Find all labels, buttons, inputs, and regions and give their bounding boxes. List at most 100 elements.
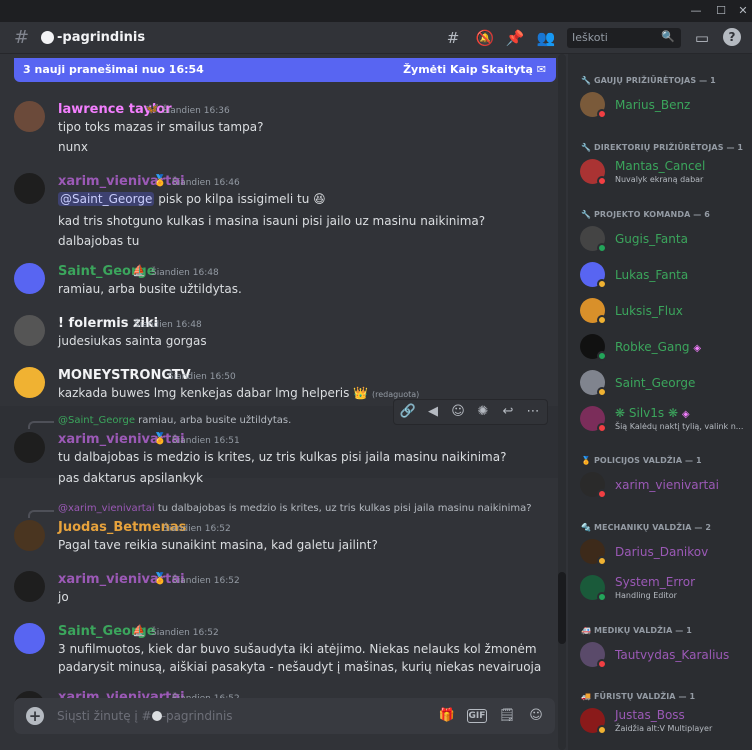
member-name: Robke_Gang ◈ [615,340,701,354]
member-name-text: ❋ Silv1s ❋ [615,406,679,420]
reply-reference[interactable]: @xarim_vienivartai tu dalbajobas is medz… [58,503,532,514]
avatar[interactable] [14,571,45,602]
idle-status-icon [597,725,607,735]
avatar[interactable] [14,263,45,294]
add-reaction-icon[interactable]: ☺ [448,403,468,421]
avatar[interactable] [14,520,45,551]
timestamp: Šiandien 16:48 [151,268,219,278]
avatar[interactable] [14,623,45,654]
online-status-icon [597,351,607,361]
role-header: 🚚 FŪRISTŲ VALDŽIA — 1 [581,692,696,701]
avatar[interactable] [14,432,45,463]
scrollbar-track[interactable] [558,54,566,750]
member-item[interactable]: Tautvydas_Karalius [568,638,752,672]
reply-username[interactable]: @Saint_George [58,415,135,426]
message-text: @Saint_George pisk po kilpa issigimeli t… [58,192,326,206]
timestamp: Šiandien 16:51 [172,436,240,446]
sticker-icon[interactable]: 🗒 [497,707,517,725]
mark-as-read-label: Žymėti Kaip Skaitytą [403,63,533,76]
new-messages-banner[interactable]: 3 nauji pranešimai nuo 16:54 Žymėti Kaip… [14,58,556,82]
message-text: padarysit minusą, aiškiai pasakyta - neš… [58,660,542,674]
member-activity: Nuvalyk ekraną dabar [615,175,704,184]
message-text: jo [58,590,69,604]
pin-icon[interactable]: 📌 [505,28,525,48]
member-item[interactable]: Robke_Gang ◈ [568,330,752,364]
help-icon[interactable]: ? [723,28,741,46]
more-options-icon[interactable]: ⋯ [523,403,543,421]
message-text: nunx [58,140,88,154]
message-actions-toolbar: 🔗 ◀ ☺ ✺ ↩ ⋯ [393,399,548,425]
notification-mute-icon[interactable]: 🔕 [475,28,495,48]
placeholder-prefix: Siųsti žinutę į # [57,709,152,723]
police-badge-icon: 🏅 [153,572,167,585]
add-attachment-icon[interactable]: + [26,707,44,725]
search-icon: 🔍 [661,30,675,43]
dnd-status-icon [597,489,607,499]
message-text: ramiau, arba busite užtildytas. [58,282,242,296]
timestamp: Šiandien 16:52 [151,628,219,638]
user-mention[interactable]: @Saint_George [58,192,155,206]
member-item[interactable]: Darius_Danikov [568,535,752,569]
timestamp: Šiandien 16:48 [134,320,202,330]
member-name: Saint_George [615,376,696,390]
member-name: Justas_Boss [615,708,685,722]
dnd-status-icon [597,659,607,669]
gif-icon[interactable]: GIF [467,709,487,723]
avatar[interactable] [14,367,45,398]
message-input[interactable]: + Siųsti žinutę į # -pagrindinis 🎁 GIF 🗒 … [14,698,555,734]
member-item[interactable]: Gugis_Fanta [568,222,752,256]
inbox-icon[interactable]: ▭ [692,28,712,48]
members-list-icon[interactable]: 👥 [536,28,556,48]
reply-reference[interactable]: @Saint_George ramiau, arba busite užtild… [58,415,291,426]
message-text-body: kazkada buwes lmg kenkejas dabar lmg hel… [58,386,350,400]
member-item[interactable]: Marius_Benz [568,88,752,122]
avatar[interactable] [14,315,45,346]
member-item[interactable]: ❋ Silv1s ❋ ◈ Šią Kalėdų naktį tylią, val… [568,402,752,436]
gift-icon[interactable]: 🎁 [437,707,457,725]
reply-connector [28,421,54,429]
member-item[interactable]: Justas_Boss Žaidžia alt:V Multiplayer [568,704,752,738]
member-item[interactable]: Luksis_Flux [568,294,752,328]
member-item[interactable]: System_Error Handling Editor [568,571,752,605]
member-activity: Žaidžia alt:V Multiplayer [615,724,713,733]
placeholder-channel: -pagrindinis [161,709,233,723]
link-icon[interactable]: 🔗 [398,403,418,421]
search-placeholder: Ieškoti [572,31,608,44]
avatar[interactable] [14,101,45,132]
close-icon[interactable]: ✕ [735,3,751,19]
search-input[interactable]: Ieškoti 🔍 [567,28,681,48]
message-text: Pagal tave reikia sunaikint masina, kad … [58,538,378,552]
emoji-icon[interactable]: ☺ [526,707,546,725]
member-item[interactable]: Mantas_Cancel Nuvalyk ekraną dabar [568,155,752,189]
member-name: xarim_vienivartai [615,478,719,492]
reply-username[interactable]: @xarim_vienivartai [58,503,155,514]
idle-status-icon [597,279,607,289]
reply-icon[interactable]: ↩ [498,403,518,421]
mark-as-read-button[interactable]: Žymėti Kaip Skaitytą ✉ [403,63,546,76]
message-text: kazkada buwes lmg kenkejas dabar lmg hel… [58,386,420,400]
member-item[interactable]: xarim_vienivartai [568,468,752,502]
reply-text: ramiau, arba busite užtildytas. [138,415,292,426]
channel-emoji-icon [41,31,54,44]
member-name: Tautvydas_Karalius [615,648,730,662]
role-header: 🏅 POLICIJOS VALDŽIA — 1 [581,456,702,465]
super-reaction-icon[interactable]: ✺ [473,403,493,421]
maximize-icon[interactable]: ☐ [713,3,729,19]
minimize-icon[interactable]: — [688,3,704,19]
tag-icon[interactable]: ◀ [423,403,443,421]
idle-status-icon [597,387,607,397]
role-badge-icon: ⛵ [132,624,146,637]
message-text: 3 nufilmuotos, kiek dar buvo sušaudyta i… [58,642,537,656]
member-item[interactable]: Saint_George [568,366,752,400]
member-item[interactable]: Lukas_Fanta [568,258,752,292]
role-badge-icon: ⛵ [132,264,146,277]
police-badge-icon: 🏅 [153,432,167,445]
title-bar: — ☐ ✕ [0,0,752,22]
threads-icon[interactable]: # [443,28,463,48]
dnd-status-icon [597,423,607,433]
scrollbar-thumb[interactable] [558,572,566,644]
avatar[interactable] [14,173,45,204]
dnd-status-icon [597,109,607,119]
message-text: kad tris shotguno kulkas i masina isauni… [58,214,486,228]
police-badge-icon: 🏅 [153,174,167,187]
